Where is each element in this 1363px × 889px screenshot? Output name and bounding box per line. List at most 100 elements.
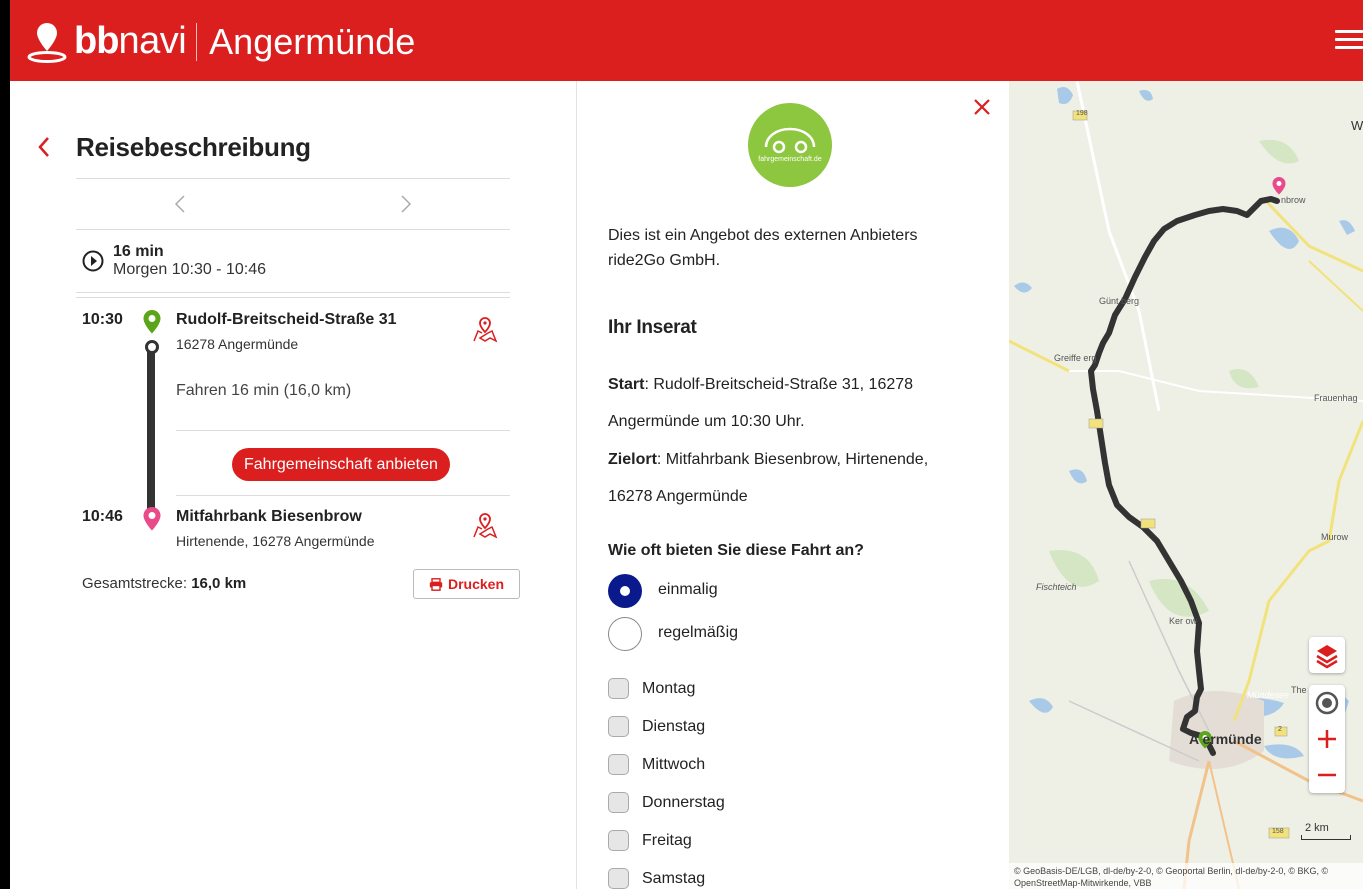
next-trip-chevron-icon[interactable]: [400, 194, 412, 214]
map-label: The: [1291, 685, 1307, 695]
brand-separator: [196, 22, 198, 61]
map-scale-bar: [1301, 835, 1351, 840]
drive-segment: Fahren 16 min (16,0 km): [176, 382, 352, 399]
checkbox-label-dienstag: Dienstag: [642, 718, 706, 735]
total-distance-value: 16,0 km: [191, 575, 247, 592]
map-label: Günt berg: [1099, 296, 1140, 306]
layers-control[interactable]: [1309, 637, 1345, 673]
map-label: Murow: [1321, 532, 1349, 542]
back-chevron-icon[interactable]: [36, 135, 52, 159]
end-pin-icon: [143, 507, 161, 531]
map-label: W: [1351, 118, 1363, 133]
carpool-offer-panel: fahrgemeinschaft.de Dies ist ein Angebot…: [577, 81, 1008, 889]
zoom-out-icon[interactable]: [1309, 757, 1345, 793]
destination-info-line2: 16278 Angermünde: [608, 488, 748, 505]
logo-text: fahrgemeinschaft.de: [758, 156, 822, 163]
radio-label-regelmaessig: regelmäßig: [658, 624, 739, 641]
start-stop-address: 16278 Angermünde: [176, 336, 299, 352]
map-label: Fischteich: [1036, 582, 1077, 592]
map-attribution-line1: © GeoBasis-DE/LGB, dl-de/by-2-0, © Geopo…: [1014, 866, 1329, 876]
map-label: Ker ow: [1169, 616, 1198, 626]
page-title: Reisebeschreibung: [76, 132, 311, 162]
start-time: 10:30: [82, 311, 123, 328]
previous-trip-chevron-icon[interactable]: [174, 194, 186, 214]
close-icon[interactable]: [972, 97, 992, 117]
app-window: bb navi Angermünde Reisebeschreibung 16 m…: [10, 0, 1363, 889]
start-stop-name: Rudolf-Breitscheid-Straße 31: [176, 311, 397, 328]
checkbox-label-samstag: Samstag: [642, 870, 706, 887]
divider: [76, 229, 510, 230]
checkbox-montag[interactable]: [608, 678, 629, 699]
zoom-control: [1309, 685, 1345, 793]
checkbox-label-mittwoch: Mittwoch: [642, 756, 706, 773]
route-map[interactable]: W nbrow Günt berg Greiffe erg Frauenhag …: [1009, 81, 1363, 889]
start-pin-icon: [143, 310, 161, 334]
radio-einmalig[interactable]: [608, 574, 642, 608]
map-scale-label: 2 km: [1305, 822, 1329, 834]
printer-icon: [429, 577, 443, 591]
fahrgemeinschaft-logo: fahrgemeinschaft.de: [748, 103, 832, 187]
checkbox-freitag[interactable]: [608, 830, 629, 851]
divider: [76, 178, 510, 179]
car-icon: [764, 127, 816, 154]
start-info-line1: Start: Rudolf-Breitscheid-Straße 31, 162…: [608, 376, 913, 394]
checkbox-label-montag: Montag: [642, 680, 696, 697]
itinerary-panel: Reisebeschreibung 16 min Morgen 10:30 - …: [10, 81, 576, 889]
show-on-map-icon[interactable]: [472, 513, 498, 539]
trip-duration: 16 min: [113, 243, 164, 260]
layers-icon[interactable]: [1309, 637, 1345, 673]
brand-name-bold: bb: [74, 20, 119, 62]
radio-label-einmalig: einmalig: [658, 581, 718, 598]
locate-me-icon[interactable]: [1309, 685, 1345, 721]
section-heading: Ihr Inserat: [608, 317, 697, 338]
hamburger-menu-icon[interactable]: [1335, 30, 1363, 52]
road-number: 158: [1272, 828, 1284, 835]
map-attribution: © GeoBasis-DE/LGB, dl-de/by-2-0, © Geopo…: [1009, 863, 1363, 889]
map-label: Greiffe erg: [1054, 353, 1097, 363]
divider: [176, 495, 510, 496]
map-label: nbrow: [1281, 195, 1306, 205]
start-info-line2: Angermünde um 10:30 Uhr.: [608, 413, 805, 430]
route-start-ring: [145, 340, 159, 354]
brand-name-light: navi: [118, 20, 187, 62]
radio-regelmaessig[interactable]: [608, 617, 642, 651]
zoom-in-icon[interactable]: [1309, 721, 1345, 757]
end-time: 10:46: [82, 508, 123, 525]
divider: [176, 430, 510, 431]
total-distance: Gesamtstrecke: 16,0 km: [82, 575, 246, 592]
destination-info-line1: Zielort: Mitfahrbank Biesenbrow, Hirtene…: [608, 451, 928, 469]
checkbox-mittwoch[interactable]: [608, 754, 629, 775]
offer-carpool-button[interactable]: Fahrgemeinschaft anbieten: [232, 448, 450, 481]
checkbox-label-freitag: Freitag: [642, 832, 692, 849]
frequency-question: Wie oft bieten Sie diese Fahrt an?: [608, 542, 864, 559]
provider-notice: Dies ist ein Angebot des externen Anbiet…: [608, 227, 918, 269]
clock-icon: [82, 250, 104, 272]
location-pin-logo-icon: [27, 22, 67, 63]
show-on-map-icon[interactable]: [472, 317, 498, 343]
divider: [76, 297, 510, 298]
map-label: A ermünde: [1189, 731, 1262, 747]
end-stop-address: Hirtenende, 16278 Angermünde: [176, 533, 375, 549]
destination-label: Zielort: [608, 451, 657, 468]
brand-logo[interactable]: bb navi Angermünde: [26, 20, 415, 63]
checkbox-samstag[interactable]: [608, 868, 629, 889]
total-distance-label: Gesamtstrecke:: [82, 575, 188, 592]
destination-value: : Mitfahrbank Biesenbrow, Hirtenende,: [656, 451, 929, 468]
route-line: [147, 349, 155, 509]
print-button-label: Drucken: [447, 576, 505, 592]
map-label: Mündesee: [1247, 690, 1290, 700]
trip-time-range: Morgen 10:30 - 10:46: [113, 261, 266, 278]
end-stop-name: Mitfahrbank Biesenbrow: [176, 508, 362, 525]
start-label: Start: [608, 376, 645, 393]
checkbox-dienstag[interactable]: [608, 716, 629, 737]
print-button[interactable]: Drucken: [413, 569, 520, 599]
map-label: Frauenhag: [1314, 393, 1358, 403]
header-bar: bb navi Angermünde: [10, 0, 1363, 81]
road-number: 2: [1278, 726, 1282, 733]
road-number: 198: [1076, 110, 1088, 117]
divider: [76, 292, 510, 293]
brand-city: Angermünde: [209, 20, 416, 62]
map-attribution-line2[interactable]: OpenStreetMap-Mitwirkende, VBB: [1014, 877, 1358, 889]
checkbox-label-donnerstag: Donnerstag: [642, 794, 725, 811]
checkbox-donnerstag[interactable]: [608, 792, 629, 813]
